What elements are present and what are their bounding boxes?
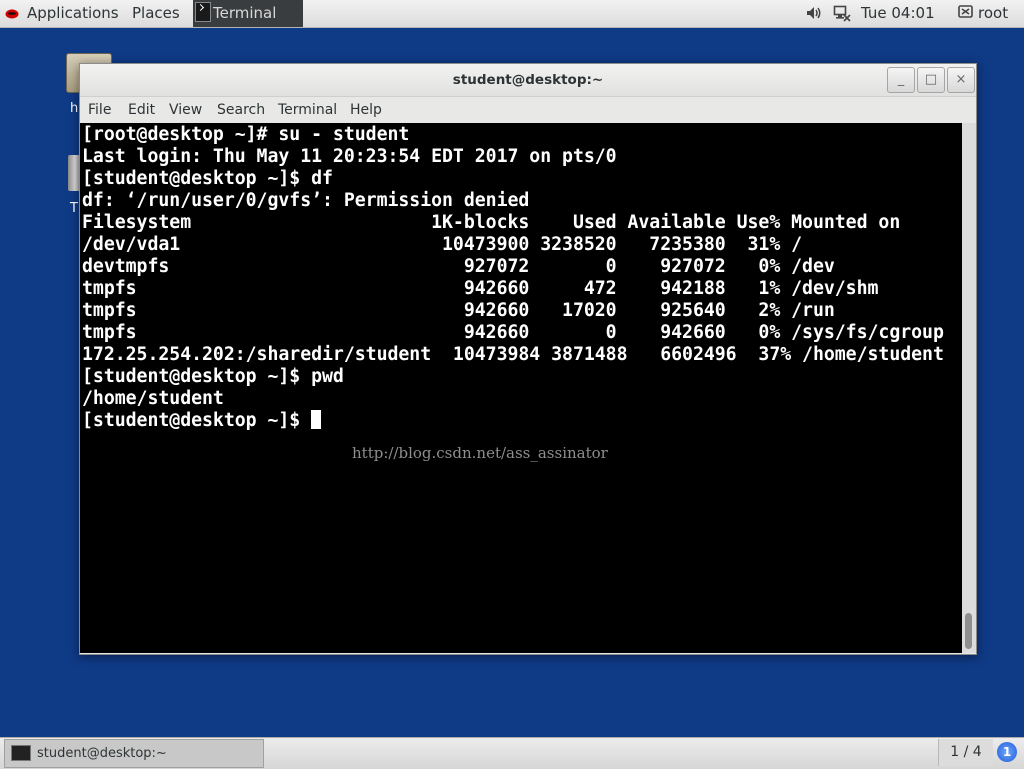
close-button[interactable]: ×: [947, 67, 975, 93]
terminal-line: tmpfs 942660 0 942660 0% /sys/fs/cgroup: [82, 322, 944, 343]
terminal-prompt: [student@desktop ~]$: [82, 410, 312, 431]
menu-help[interactable]: Help: [350, 97, 382, 123]
terminal-line: [root@desktop ~]# su - student: [82, 124, 410, 145]
terminal-line: [student@desktop ~]$ pwd: [82, 366, 344, 387]
terminal-line: Last login: Thu May 11 20:23:54 EDT 2017…: [82, 146, 617, 167]
window-title: student@desktop:~: [452, 72, 604, 88]
active-app-menu[interactable]: Terminal: [193, 0, 303, 27]
terminal-scrollbar[interactable]: [962, 123, 976, 653]
terminal-text: [root@desktop ~]# su - student Last logi…: [80, 123, 962, 432]
bottom-panel: student@desktop:~ 1 / 4 1: [0, 737, 1024, 769]
menubar: File Edit View Search Terminal Help: [80, 97, 976, 123]
network-icon[interactable]: [833, 4, 851, 22]
trash-label: T: [70, 201, 78, 216]
user-label: root: [978, 4, 1009, 22]
watermark: http://blog.csdn.net/ass_assinator: [352, 444, 608, 462]
applications-menu[interactable]: Applications: [4, 0, 119, 27]
minimize-button[interactable]: _: [887, 67, 915, 93]
menu-edit[interactable]: Edit: [128, 97, 155, 123]
terminal-line: tmpfs 942660 472 942188 1% /dev/shm: [82, 278, 879, 299]
scrollbar-thumb[interactable]: [965, 613, 972, 649]
terminal-line: [student@desktop ~]$ df: [82, 168, 333, 189]
places-menu[interactable]: Places: [132, 0, 180, 27]
user-icon: [958, 5, 973, 18]
terminal-line: 172.25.254.202:/sharedir/student 1047398…: [82, 344, 944, 365]
text-cursor: [311, 410, 322, 429]
terminal-line: /home/student: [82, 388, 224, 409]
menu-terminal[interactable]: Terminal: [278, 97, 337, 123]
notification-icon[interactable]: 1: [997, 742, 1017, 762]
terminal-line: /dev/vda1 10473900 3238520 7235380 31% /: [82, 234, 803, 255]
volume-icon[interactable]: [805, 4, 823, 22]
home-folder-label: h: [70, 101, 79, 116]
active-app-label: Terminal: [213, 4, 277, 22]
terminal-window: student@desktop:~ _ □ × File Edit View S…: [79, 63, 977, 655]
terminal-line: df: ‘/run/user/0/gvfs’: Permission denie…: [82, 190, 530, 211]
menu-file[interactable]: File: [88, 97, 111, 123]
menu-search[interactable]: Search: [217, 97, 265, 123]
terminal-line: Filesystem 1K-blocks Used Available Use%…: [82, 212, 901, 233]
top-panel: Applications Places Terminal Tue 04:01 r…: [0, 0, 1024, 28]
terminal-icon: [195, 2, 211, 22]
workspace-switcher[interactable]: 1 / 4: [938, 739, 993, 766]
terminal-icon: [11, 745, 31, 761]
terminal-output[interactable]: [root@desktop ~]# su - student Last logi…: [80, 123, 962, 653]
menu-view[interactable]: View: [169, 97, 202, 123]
terminal-line: tmpfs 942660 17020 925640 2% /run: [82, 300, 835, 321]
terminal-line: devtmpfs 927072 0 927072 0% /dev: [82, 256, 835, 277]
clock[interactable]: Tue 04:01: [861, 0, 935, 27]
maximize-button[interactable]: □: [917, 67, 945, 93]
taskbar-window-label: student@desktop:~: [37, 746, 167, 761]
taskbar-window-button[interactable]: student@desktop:~: [4, 739, 264, 768]
window-titlebar[interactable]: student@desktop:~ _ □ ×: [80, 64, 976, 97]
